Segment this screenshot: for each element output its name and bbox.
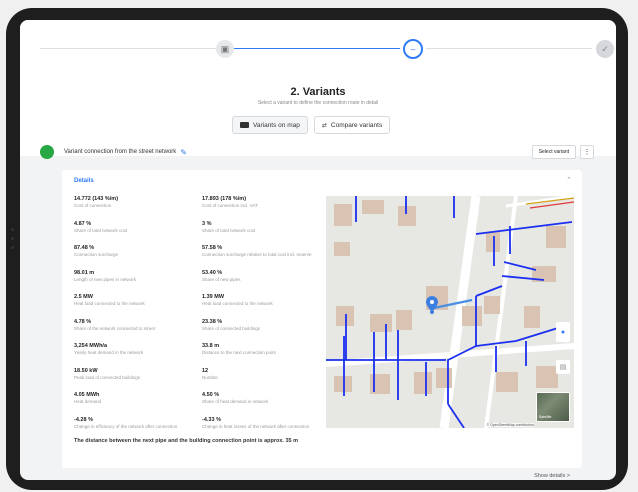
stepper-line <box>426 48 592 49</box>
attribute-item: 17.893 (178 %/m) Cost of connection incl.… <box>202 196 327 209</box>
attribute-item: 53.40 % Share of new pipes <box>202 270 327 283</box>
attribute-label: Change in heat losses of the network aft… <box>202 423 310 429</box>
tablet-buttons <box>11 228 15 268</box>
attribute-item: 4.78 % Share of the network connected to … <box>74 319 199 332</box>
locate-icon[interactable]: ● <box>556 322 570 342</box>
attribute-value: 12 <box>202 367 209 374</box>
attribute-item: 12 Number <box>202 368 327 381</box>
attribute-value: 4.87 % <box>74 220 92 227</box>
attribute-item: 4.50 % Share of heat demand in network <box>202 392 327 405</box>
attribute-label: Cost of connection incl. VAT <box>202 203 258 208</box>
collapse-icon[interactable]: ⌃ <box>566 176 572 184</box>
compare-variants-button[interactable]: ⇄ Compare variants <box>313 116 391 134</box>
attribute-label: Connection surcharge relative to total c… <box>202 252 312 257</box>
distance-summary: The distance between the next pipe and t… <box>74 438 298 444</box>
step-3-check-icon[interactable]: ✓ <box>596 40 614 58</box>
attribute-label: Peak load of connected buildings <box>74 374 141 380</box>
attribute-label: Cost of connection <box>74 203 112 208</box>
attribute-label: Share of heat demand in network <box>202 399 269 404</box>
attribute-item: 23.38 % Share of connected buildings <box>202 319 327 332</box>
attribute-label: Heat load connected to the network <box>74 301 145 306</box>
attribute-item: 1.39 MW Heat load connected to the networ… <box>202 294 327 307</box>
attribute-label: Yearly heat demand in the network <box>74 350 144 355</box>
attribute-value: 98.01 m <box>74 269 95 276</box>
stepper-line-active <box>234 48 400 49</box>
card-title[interactable]: Details <box>74 178 94 184</box>
attribute-value: 4.05 MWh <box>74 392 100 398</box>
attribute-label: Distance to the next connection point <box>202 350 276 355</box>
attribute-item: 98.01 m Length of new pipes in network <box>74 270 199 283</box>
attribute-value: 17.893 (178 %/m) <box>202 196 247 202</box>
attribute-label: Length of new pipes in network <box>74 276 137 282</box>
attribute-label: Share of total network cost <box>74 227 128 233</box>
edit-pencil-icon[interactable]: ✎ <box>180 148 187 157</box>
view-toggle: Variants on map ⇄ Compare variants <box>232 116 391 134</box>
variant-name: Variant connection from the street netwo… <box>64 149 177 155</box>
attribute-value: 4.78 % <box>74 318 92 325</box>
attribute-label: Share of the network connected to street <box>74 325 156 331</box>
satellite-label: Satellite <box>539 415 552 419</box>
attribute-item: 57.58 % Connection surcharge relative to … <box>202 245 327 258</box>
tablet-frame: ▣ – ✓ 2. Variants Select a variant to de… <box>6 8 628 490</box>
attribute-item: 33.8 m Distance to the next connection po… <box>202 343 327 356</box>
attribute-item: -4.33 % Change in heat losses of the netw… <box>202 417 327 430</box>
attribute-value: 3 % <box>202 220 212 227</box>
variant-header: Variant connection from the street netwo… <box>40 142 596 162</box>
layers-icon[interactable]: ▤ <box>556 360 570 374</box>
map-attribution[interactable]: © OpenStreetMap contributors <box>486 423 534 427</box>
attribute-label: Share of new pipes <box>202 276 241 282</box>
attribute-value: -4.33 % <box>202 416 221 423</box>
map-view[interactable]: ● ▤ Satellite © OpenStreetMap contributo… <box>326 196 574 428</box>
variants-on-map-button[interactable]: Variants on map <box>232 116 308 134</box>
attribute-value: 3,254 MWh/a <box>74 343 108 349</box>
attribute-value: 33.8 m <box>202 343 220 349</box>
attribute-label: Heat load connected to the network <box>202 301 273 306</box>
attribute-item: 14.772 (143 %/m) Cost of connection <box>74 196 199 209</box>
attribute-item: -4.28 % Change in efficiency of the netwo… <box>74 417 199 430</box>
attribute-value: 4.50 % <box>202 392 220 398</box>
attribute-item: 4.87 % Share of total network cost <box>74 221 199 234</box>
attribute-value: 18.50 kW <box>74 367 98 374</box>
attribute-value: 87.48 % <box>74 245 95 251</box>
variant-details-card: Details ⌃ 14.772 (143 %/m) Cost of connec… <box>62 170 582 479</box>
attribute-label: Connection surcharge <box>74 252 119 257</box>
attribute-item: 3,254 MWh/a Yearly heat demand in the net… <box>74 343 199 356</box>
show-details-link[interactable]: Show details > <box>534 473 570 479</box>
attribute-item: 18.50 kW Peak load of connected buildings <box>74 368 199 381</box>
attribute-label: Share of total network cost <box>202 227 256 233</box>
variant-status-dot <box>40 145 54 159</box>
attribute-item: 4.05 MWh Heat demand <box>74 392 199 405</box>
stepper-line <box>40 48 216 49</box>
page-subtitle: Select a variant to define the connectio… <box>257 100 379 106</box>
attribute-label: Heat demand <box>74 399 102 404</box>
step-2-active-icon[interactable]: – <box>403 39 423 59</box>
wizard-stepper: ▣ – ✓ <box>20 20 616 82</box>
satellite-toggle[interactable]: Satellite <box>536 392 570 422</box>
select-variant-button[interactable]: Select variant <box>531 145 576 159</box>
attribute-value: 1.39 MW <box>202 294 225 300</box>
compare-icon: ⇄ <box>321 122 327 129</box>
attribute-item: 87.48 % Connection surcharge <box>74 245 199 258</box>
attribute-label: Change in efficiency of the network afte… <box>74 423 178 429</box>
more-options-icon[interactable]: ⋮ <box>580 145 594 159</box>
attribute-label: Number <box>202 374 219 380</box>
step-1-building-icon[interactable]: ▣ <box>216 40 234 58</box>
map-icon <box>240 122 249 128</box>
attribute-value: 23.38 % <box>202 318 223 325</box>
attribute-value: 14.772 (143 %/m) <box>74 196 119 202</box>
attribute-item: 3 % Share of total network cost <box>202 221 327 234</box>
app-screen: ▣ – ✓ 2. Variants Select a variant to de… <box>20 20 616 480</box>
attribute-value: 53.40 % <box>202 269 223 276</box>
variants-on-map-label: Variants on map <box>253 121 300 129</box>
attribute-item: 2.5 MW Heat load connected to the network <box>74 294 199 307</box>
attribute-value: 57.58 % <box>202 245 223 251</box>
page-title: 2. Variants <box>290 86 346 98</box>
attribute-value: -4.28 % <box>74 416 93 423</box>
compare-variants-label: Compare variants <box>330 121 383 129</box>
attribute-value: 2.5 MW <box>74 294 93 300</box>
attribute-label: Share of connected buildings <box>202 325 261 331</box>
